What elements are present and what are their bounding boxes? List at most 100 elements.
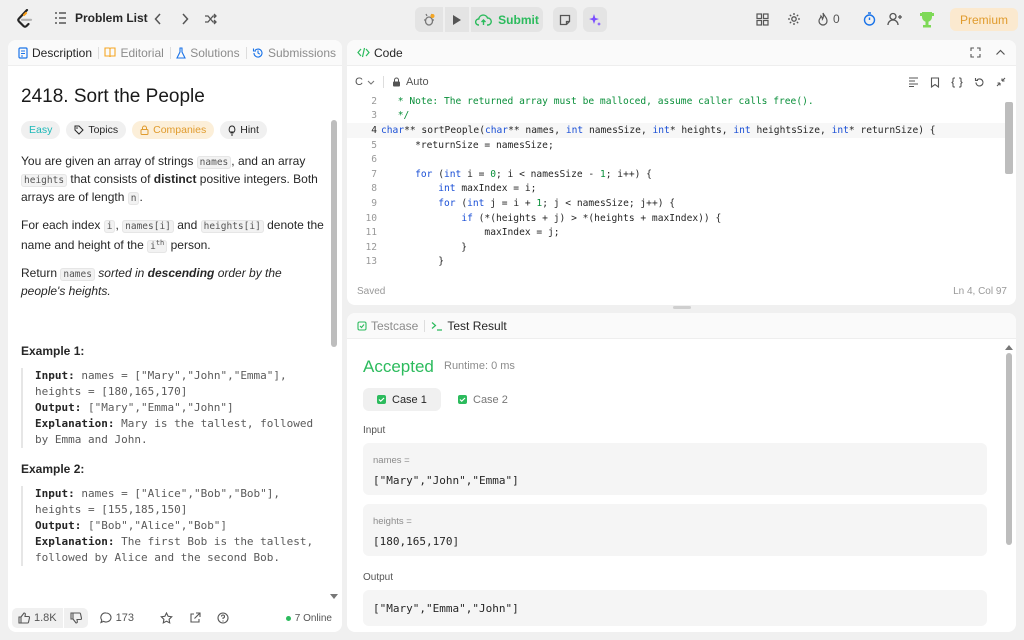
line-number: 10 bbox=[365, 212, 377, 224]
checkbox-icon bbox=[357, 320, 367, 331]
code-editor[interactable]: 2 * Note: The returned array must be mal… bbox=[347, 94, 1007, 271]
share-button[interactable] bbox=[189, 612, 201, 624]
tag-icon bbox=[74, 125, 85, 135]
premium-button[interactable]: Premium bbox=[950, 8, 1018, 31]
text-run: . bbox=[139, 190, 143, 204]
code-text: } bbox=[392, 241, 468, 253]
line-number: 9 bbox=[371, 197, 377, 209]
inline-code: heights bbox=[21, 174, 68, 187]
language-select[interactable]: C bbox=[355, 76, 375, 88]
inline-code: names[i] bbox=[122, 220, 174, 233]
text-run: and bbox=[173, 218, 201, 232]
random-problem-button[interactable] bbox=[203, 11, 219, 27]
fullscreen-icon[interactable] bbox=[970, 47, 981, 58]
tab-test-result-label: Test Result bbox=[447, 318, 507, 333]
settings-button[interactable] bbox=[786, 11, 802, 27]
prev-problem-button[interactable] bbox=[150, 11, 166, 27]
text-run: that consists of bbox=[67, 172, 154, 186]
example-2-input: Input: names = ["Alice","Bob","Bob"], he… bbox=[35, 486, 329, 518]
code-text: int maxIndex = i; bbox=[438, 183, 537, 195]
input-label: Input: bbox=[35, 369, 75, 383]
run-button[interactable] bbox=[445, 7, 469, 32]
tab-description[interactable]: Description bbox=[18, 46, 98, 60]
favorite-button[interactable] bbox=[160, 612, 173, 624]
scroll-up-icon[interactable] bbox=[1005, 344, 1013, 350]
debug-button[interactable] bbox=[415, 7, 443, 32]
description-paragraph-3: Return names sorted in descending order … bbox=[21, 265, 329, 300]
line-number: 7 bbox=[371, 168, 377, 180]
code-panel-actions bbox=[970, 47, 1016, 58]
description-footer: 1.8K 173 7 Online bbox=[8, 604, 342, 632]
description-panel: Description Editorial Solutions Submissi… bbox=[8, 40, 342, 632]
minimize-icon[interactable] bbox=[996, 77, 1006, 87]
layout-button[interactable] bbox=[754, 11, 770, 27]
bookmark-icon[interactable] bbox=[930, 76, 940, 88]
comments-button[interactable]: 173 bbox=[99, 612, 134, 624]
rewards-button[interactable] bbox=[919, 10, 935, 28]
tab-test-result[interactable]: Test Result bbox=[431, 319, 512, 333]
fire-icon bbox=[818, 12, 828, 26]
inline-code: names bbox=[196, 156, 232, 169]
streak-count: 0 bbox=[833, 12, 840, 26]
code-scrollbar[interactable] bbox=[1005, 102, 1013, 174]
feedback-button[interactable] bbox=[217, 612, 229, 624]
chevron-right-icon bbox=[182, 13, 189, 25]
thumbs-down-icon bbox=[70, 612, 82, 624]
example-1-title: Example 1: bbox=[21, 344, 85, 359]
panel-resize-handle[interactable] bbox=[673, 306, 691, 309]
run-submit-group: Submit bbox=[415, 7, 543, 32]
companies-badge[interactable]: Companies bbox=[132, 121, 215, 139]
names-value: ["Mary","John","Emma"] bbox=[373, 474, 519, 487]
tab-editorial[interactable]: Editorial bbox=[104, 46, 169, 60]
star-icon bbox=[160, 612, 173, 624]
auto-mode-toggle[interactable]: Auto bbox=[392, 76, 429, 88]
submit-button[interactable]: Submit bbox=[471, 7, 543, 32]
tab-testcase[interactable]: Testcase bbox=[357, 319, 424, 333]
problem-list-button[interactable]: Problem List bbox=[54, 11, 148, 25]
braces-icon[interactable] bbox=[951, 76, 963, 88]
topics-badge[interactable]: Topics bbox=[66, 121, 127, 139]
comment-icon bbox=[99, 612, 112, 624]
description-scrollbar[interactable] bbox=[331, 120, 337, 347]
result-scrollbar[interactable] bbox=[1006, 353, 1012, 545]
dislike-button[interactable] bbox=[63, 608, 88, 628]
code-brackets-icon bbox=[357, 47, 370, 58]
hint-badge[interactable]: Hint bbox=[220, 121, 267, 139]
case-2-tab[interactable]: Case 2 bbox=[444, 388, 522, 411]
collapse-up-icon[interactable] bbox=[995, 47, 1006, 58]
format-icon[interactable] bbox=[908, 77, 919, 87]
problem-list-label: Problem List bbox=[75, 11, 148, 25]
code-text: * Note: The returned array must be mallo… bbox=[392, 95, 814, 107]
play-icon bbox=[453, 14, 461, 25]
code-line: 6 bbox=[347, 152, 1007, 167]
tab-submissions[interactable]: Submissions bbox=[252, 46, 342, 60]
runtime-value: Runtime: 0 ms bbox=[444, 360, 515, 372]
difficulty-badge[interactable]: Easy bbox=[21, 121, 61, 139]
history-icon bbox=[252, 48, 263, 58]
like-button[interactable]: 1.8K bbox=[12, 608, 63, 628]
timer-button[interactable] bbox=[861, 11, 877, 27]
cursor-position: Ln 4, Col 97 bbox=[953, 286, 1007, 297]
example-1-explanation: Explanation: Mary is the tallest, follow… bbox=[35, 416, 329, 448]
notes-button[interactable] bbox=[553, 7, 577, 32]
tab-code[interactable]: Code bbox=[357, 46, 409, 60]
example-1-input: Input: names = ["Mary","John","Emma"], h… bbox=[35, 368, 329, 400]
output-box: ["Mary","Emma","John"] bbox=[363, 590, 987, 626]
input-section-label: Input bbox=[363, 425, 386, 436]
superscript: th bbox=[155, 239, 165, 247]
code-line: 8 int maxIndex = i; bbox=[347, 182, 1007, 197]
scroll-down-icon[interactable] bbox=[330, 594, 338, 600]
next-problem-button[interactable] bbox=[177, 11, 193, 27]
code-line: 13 } bbox=[347, 255, 1007, 270]
case-1-tab[interactable]: Case 1 bbox=[363, 388, 441, 411]
streak-counter[interactable]: 0 bbox=[817, 11, 840, 27]
names-input-box: names = ["Mary","John","Emma"] bbox=[363, 443, 987, 495]
ai-assist-button[interactable] bbox=[583, 7, 607, 32]
online-indicator: 7 Online bbox=[285, 613, 332, 624]
tab-solutions[interactable]: Solutions bbox=[176, 46, 245, 60]
reset-icon[interactable] bbox=[974, 77, 985, 88]
code-line: 5 *returnSize = namesSize; bbox=[347, 138, 1007, 153]
invite-collaborator-button[interactable] bbox=[886, 11, 904, 27]
bug-icon bbox=[424, 13, 435, 26]
leetcode-logo-icon[interactable] bbox=[16, 9, 34, 29]
